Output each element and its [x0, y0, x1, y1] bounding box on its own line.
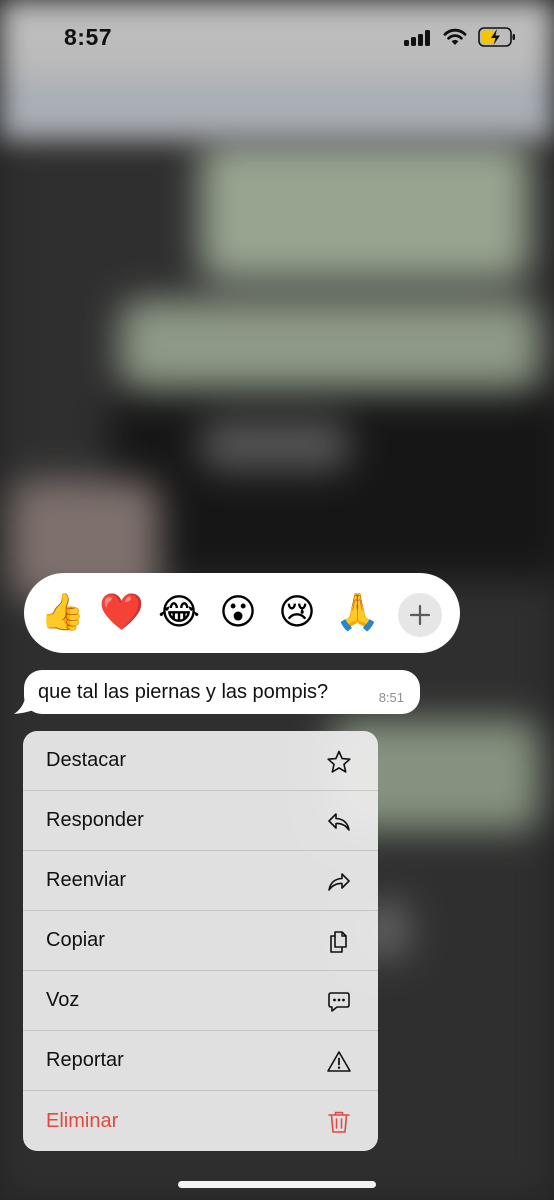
status-bar: 8:57	[0, 0, 554, 74]
plus-icon	[409, 604, 431, 626]
forward-icon	[328, 873, 350, 891]
status-time: 8:57	[64, 24, 113, 50]
reaction-surprised[interactable]: 😮	[217, 592, 259, 634]
menu-item-label: Copiar	[46, 929, 105, 951]
message-text: que tal las piernas y las pompis?	[38, 681, 329, 703]
message-context-menu: Destacar Responder Reenviar Copiar Voz R…	[23, 731, 378, 1151]
reaction-crying[interactable]: 😢	[276, 592, 318, 634]
menu-item-copiar[interactable]: Copiar	[23, 911, 378, 971]
menu-item-label: Reenviar	[46, 869, 127, 891]
star-icon	[327, 750, 351, 773]
menu-item-label: Voz	[46, 989, 80, 1011]
message-timestamp: 8:51	[378, 690, 404, 705]
message-bubble[interactable]: que tal las piernas y las pompis? 8:51	[24, 670, 420, 714]
menu-item-label: Destacar	[46, 749, 127, 771]
menu-item-destacar[interactable]: Destacar	[23, 731, 378, 791]
reaction-heart[interactable]: ❤️	[99, 592, 144, 634]
battery-charging-icon	[478, 27, 515, 47]
menu-item-reportar[interactable]: Reportar	[23, 1031, 378, 1091]
warning-icon	[327, 1051, 351, 1072]
trash-icon	[328, 1111, 350, 1133]
reaction-thumbs-up[interactable]: 👍	[40, 592, 85, 634]
menu-item-label: Responder	[46, 809, 144, 831]
menu-item-eliminar[interactable]: Eliminar	[23, 1091, 378, 1151]
home-indicator[interactable]	[178, 1181, 376, 1188]
menu-item-responder[interactable]: Responder	[23, 791, 378, 851]
menu-item-label: Eliminar	[46, 1109, 119, 1132]
menu-item-label: Reportar	[46, 1049, 124, 1071]
reply-icon	[328, 813, 350, 831]
menu-item-voz[interactable]: Voz	[23, 971, 378, 1031]
reaction-bar: 👍 ❤️ 😂 😮 😢 🙏	[24, 573, 460, 653]
speech-bubble-icon	[328, 992, 350, 1012]
copy-icon	[330, 931, 347, 953]
more-reactions-button[interactable]	[398, 593, 442, 637]
reaction-praying[interactable]: 🙏	[335, 592, 380, 634]
reaction-laughing[interactable]: 😂	[158, 592, 200, 634]
wifi-icon	[443, 28, 467, 45]
menu-item-reenviar[interactable]: Reenviar	[23, 851, 378, 911]
cellular-signal-icon	[404, 30, 434, 46]
